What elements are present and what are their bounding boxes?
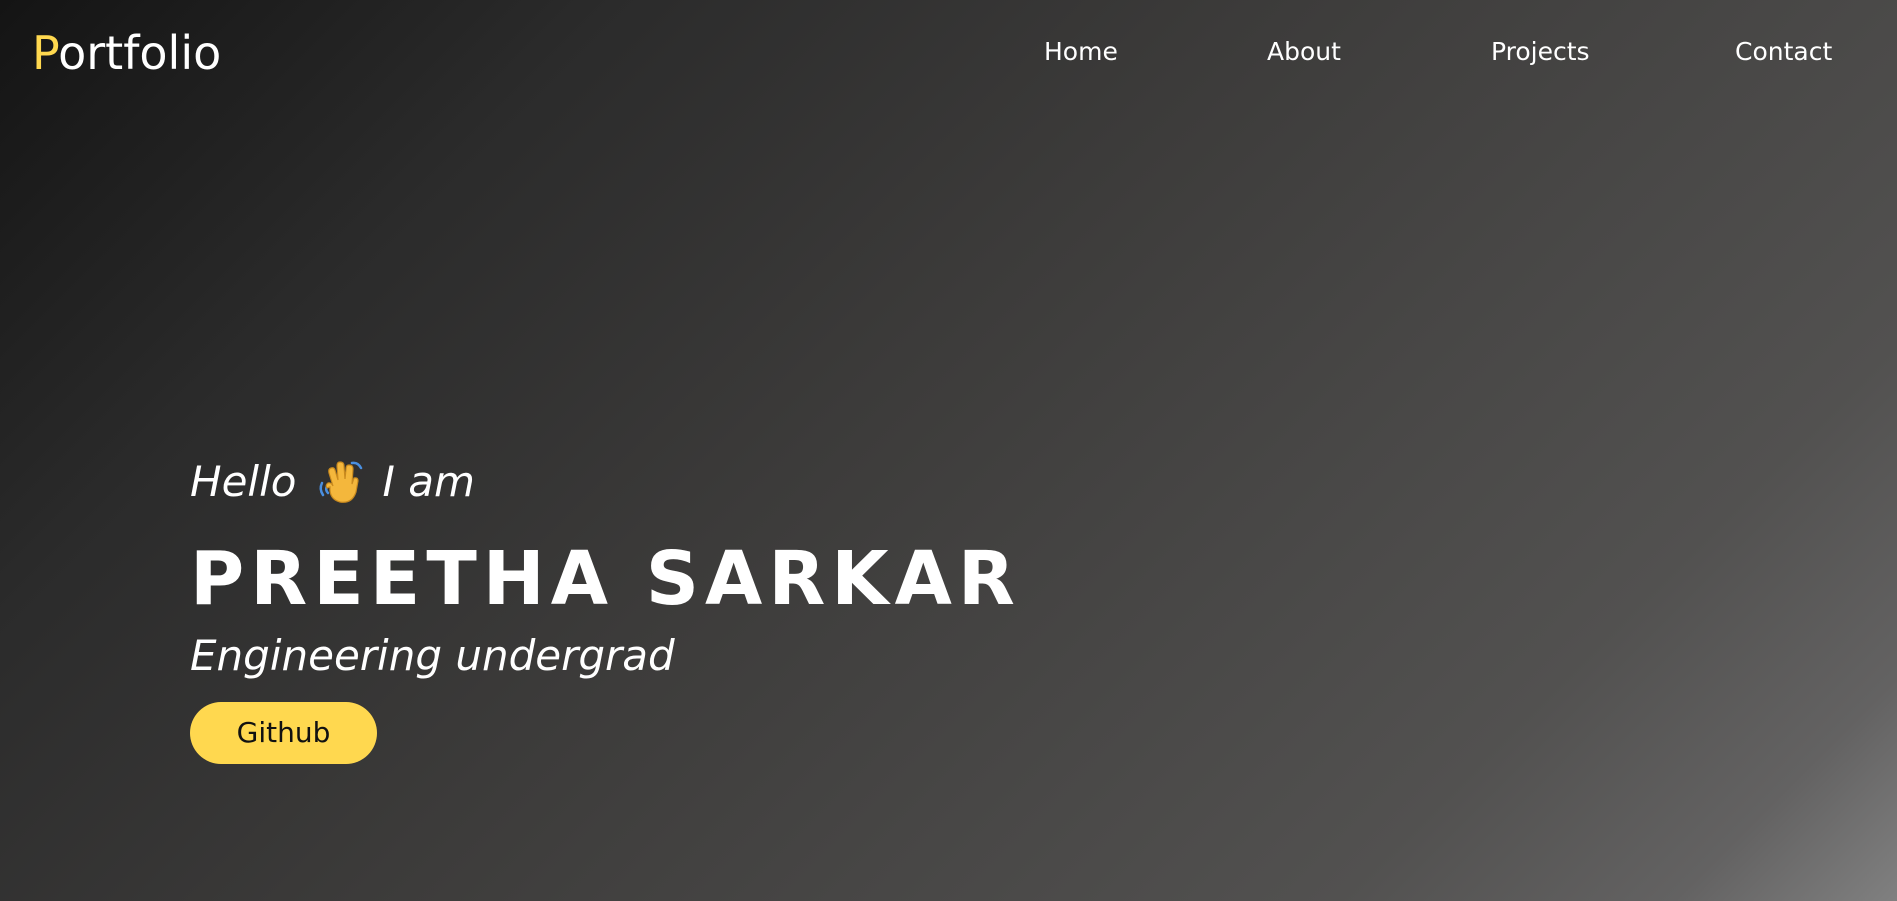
nav-link-contact[interactable]: Contact: [1735, 36, 1832, 68]
github-button[interactable]: Github: [190, 702, 377, 764]
greeting: Hello I am: [190, 456, 1090, 508]
nav-link-projects[interactable]: Projects: [1491, 36, 1590, 68]
hero-subtitle: Engineering undergrad: [190, 631, 675, 680]
waving-hand-icon: [316, 459, 366, 505]
hero-name: PREETHA SARKAR: [190, 536, 1021, 622]
hero-section: Hello I am PREETHA SARKAR Engineering un…: [190, 456, 1090, 764]
nav-links: Home About Projects Contact: [0, 36, 1897, 68]
nav-link-about[interactable]: About: [1267, 36, 1341, 68]
navbar: Portfolio Home About Projects Contact: [0, 0, 1897, 104]
nav-link-home[interactable]: Home: [1044, 36, 1118, 68]
greeting-i-am: I am: [382, 457, 475, 506]
greeting-hello: Hello: [190, 457, 297, 506]
